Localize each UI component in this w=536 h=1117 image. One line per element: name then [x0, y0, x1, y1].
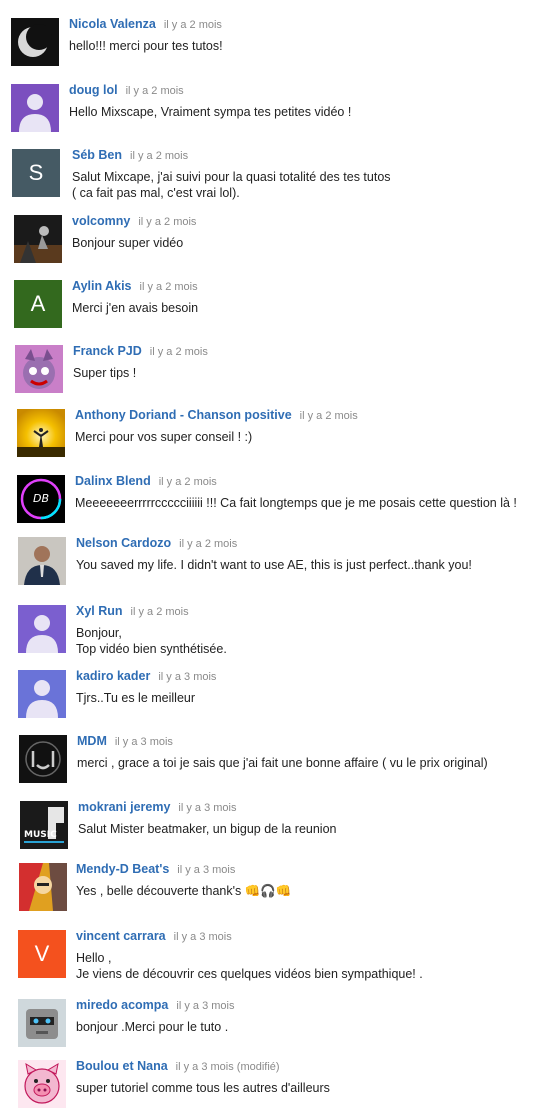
author-name[interactable]: Anthony Doriand - Chanson positive: [75, 408, 292, 422]
comment-text: hello!!! merci pour tes tutos!: [69, 39, 223, 53]
avatar[interactable]: DB: [17, 475, 65, 523]
author-name[interactable]: MDM: [77, 734, 107, 748]
author-name[interactable]: mokrani jeremy: [78, 800, 170, 814]
avatar[interactable]: [11, 84, 59, 132]
avatar-letter: V: [18, 930, 66, 978]
comment-meta: Boulou et Nana il y a 3 mois (modifié): [76, 1058, 280, 1075]
author-name[interactable]: miredo acompa: [76, 998, 168, 1012]
comment-timestamp[interactable]: il y a 2 mois: [164, 19, 222, 31]
comment-text: Tjrs..Tu es le meilleur: [76, 691, 196, 705]
avatar-letter: A: [14, 280, 62, 328]
comment-meta: Nicola Valenza il y a 2 mois: [69, 16, 222, 33]
author-name[interactable]: Séb Ben: [72, 148, 122, 162]
avatar[interactable]: MUSIC: [20, 801, 68, 849]
author-name[interactable]: vincent carrara: [76, 929, 166, 943]
avatar-letter: S: [12, 149, 60, 197]
comment-text: Meeeeeeerrrrrccccciiiiii !!! Ca fait lon…: [75, 496, 517, 510]
svg-text:MUSIC: MUSIC: [24, 830, 57, 840]
svg-text:DB: DB: [33, 492, 49, 505]
avatar[interactable]: [18, 537, 66, 585]
comment-timestamp[interactable]: il y a 2 mois: [130, 150, 188, 162]
author-name[interactable]: volcomny: [72, 214, 130, 228]
comment-timestamp[interactable]: il y a 2 mois: [150, 346, 208, 358]
comment-timestamp[interactable]: il y a 3 mois: [158, 671, 216, 683]
avatar[interactable]: [15, 345, 63, 393]
author-name[interactable]: Boulou et Nana: [76, 1059, 168, 1073]
comment-timestamp[interactable]: il y a 2 mois: [131, 606, 189, 618]
comment-timestamp[interactable]: il y a 2 mois: [300, 410, 358, 422]
avatar[interactable]: [11, 18, 59, 66]
comment-text: super tutoriel comme tous les autres d'a…: [76, 1081, 330, 1095]
comment-text: Salut Mister beatmaker, un bigup de la r…: [78, 822, 337, 836]
author-name[interactable]: Franck PJD: [73, 344, 142, 358]
comment-text: merci , grace a toi je sais que j'ai fai…: [77, 756, 488, 770]
comment-meta: Nelson Cardozo il y a 2 mois: [76, 535, 237, 552]
comment-meta: Xyl Run il y a 2 mois: [76, 603, 189, 620]
comment-text: Salut Mixcape, j'ai suivi pour la quasi …: [72, 170, 391, 184]
comment-meta: Anthony Doriand - Chanson positive il y a…: [75, 407, 358, 424]
comment-meta: MDM il y a 3 mois: [77, 733, 173, 750]
comment-timestamp[interactable]: il y a 2 mois: [140, 281, 198, 293]
avatar[interactable]: A: [14, 280, 62, 328]
author-name[interactable]: Nicola Valenza: [69, 17, 156, 31]
author-name[interactable]: Dalinx Blend: [75, 474, 151, 488]
comment-text: Yes , belle découverte thank's 👊🎧👊: [76, 884, 292, 898]
author-name[interactable]: Aylin Akis: [72, 279, 132, 293]
comment-text: Bonjour super vidéo: [72, 236, 184, 250]
comment-timestamp[interactable]: il y a 3 mois: [174, 931, 232, 943]
comment-timestamp[interactable]: il y a 2 mois: [179, 538, 237, 550]
comment-meta: Aylin Akis il y a 2 mois: [72, 278, 198, 295]
comment-text: ( ca fait pas mal, c'est vrai lol).: [72, 186, 240, 200]
comment-timestamp[interactable]: il y a 3 mois: [176, 1000, 234, 1012]
comment-text: Merci pour vos super conseil ! :): [75, 430, 253, 444]
avatar[interactable]: [19, 735, 67, 783]
comment-meta: Mendy-D Beat's il y a 3 mois: [76, 861, 235, 878]
comment-meta: doug lol il y a 2 mois: [69, 82, 184, 99]
avatar[interactable]: [18, 1060, 66, 1108]
avatar[interactable]: [18, 670, 66, 718]
avatar[interactable]: V: [18, 930, 66, 978]
comment-timestamp[interactable]: il y a 2 mois: [159, 476, 217, 488]
comment-timestamp[interactable]: il y a 3 mois: [177, 864, 235, 876]
comment-meta: Dalinx Blend il y a 2 mois: [75, 473, 217, 490]
avatar[interactable]: [18, 605, 66, 653]
comment-text: bonjour .Merci pour le tuto .: [76, 1020, 229, 1034]
author-name[interactable]: Mendy-D Beat's: [76, 862, 169, 876]
author-name[interactable]: Nelson Cardozo: [76, 536, 171, 550]
avatar[interactable]: [17, 409, 65, 457]
comment-timestamp[interactable]: il y a 2 mois: [126, 85, 184, 97]
comment-meta: Franck PJD il y a 2 mois: [73, 343, 208, 360]
comment-timestamp[interactable]: il y a 3 mois: [115, 736, 173, 748]
comment-timestamp[interactable]: il y a 2 mois: [138, 216, 196, 228]
avatar[interactable]: [18, 999, 66, 1047]
comment-text: Hello ,: [76, 951, 112, 965]
comment-text: Merci j'en avais besoin: [72, 301, 199, 315]
comment-text: Super tips !: [73, 366, 137, 380]
comment-text: Hello Mixscape, Vraiment sympa tes petit…: [69, 105, 352, 119]
comment-meta: mokrani jeremy il y a 3 mois: [78, 799, 237, 816]
author-name[interactable]: Xyl Run: [76, 604, 123, 618]
comment-timestamp[interactable]: il y a 3 mois (modifié): [176, 1061, 280, 1073]
comment-text: You saved my life. I didn't want to use …: [76, 558, 472, 572]
avatar[interactable]: [14, 215, 62, 263]
comment-meta: miredo acompa il y a 3 mois: [76, 997, 234, 1014]
comment-meta: volcomny il y a 2 mois: [72, 213, 196, 230]
comment-text: Je viens de découvrir ces quelques vidéo…: [76, 967, 423, 981]
comment-text: Top vidéo bien synthétisée.: [76, 642, 227, 656]
comment-text: Bonjour,: [76, 626, 122, 640]
comment-meta: vincent carrara il y a 3 mois: [76, 928, 232, 945]
avatar[interactable]: S: [12, 149, 60, 197]
comment-meta: Séb Ben il y a 2 mois: [72, 147, 188, 164]
author-name[interactable]: kadiro kader: [76, 669, 150, 683]
comment-meta: kadiro kader il y a 3 mois: [76, 668, 216, 685]
comment-timestamp[interactable]: il y a 3 mois: [178, 802, 236, 814]
author-name[interactable]: doug lol: [69, 83, 118, 97]
avatar[interactable]: [19, 863, 67, 911]
